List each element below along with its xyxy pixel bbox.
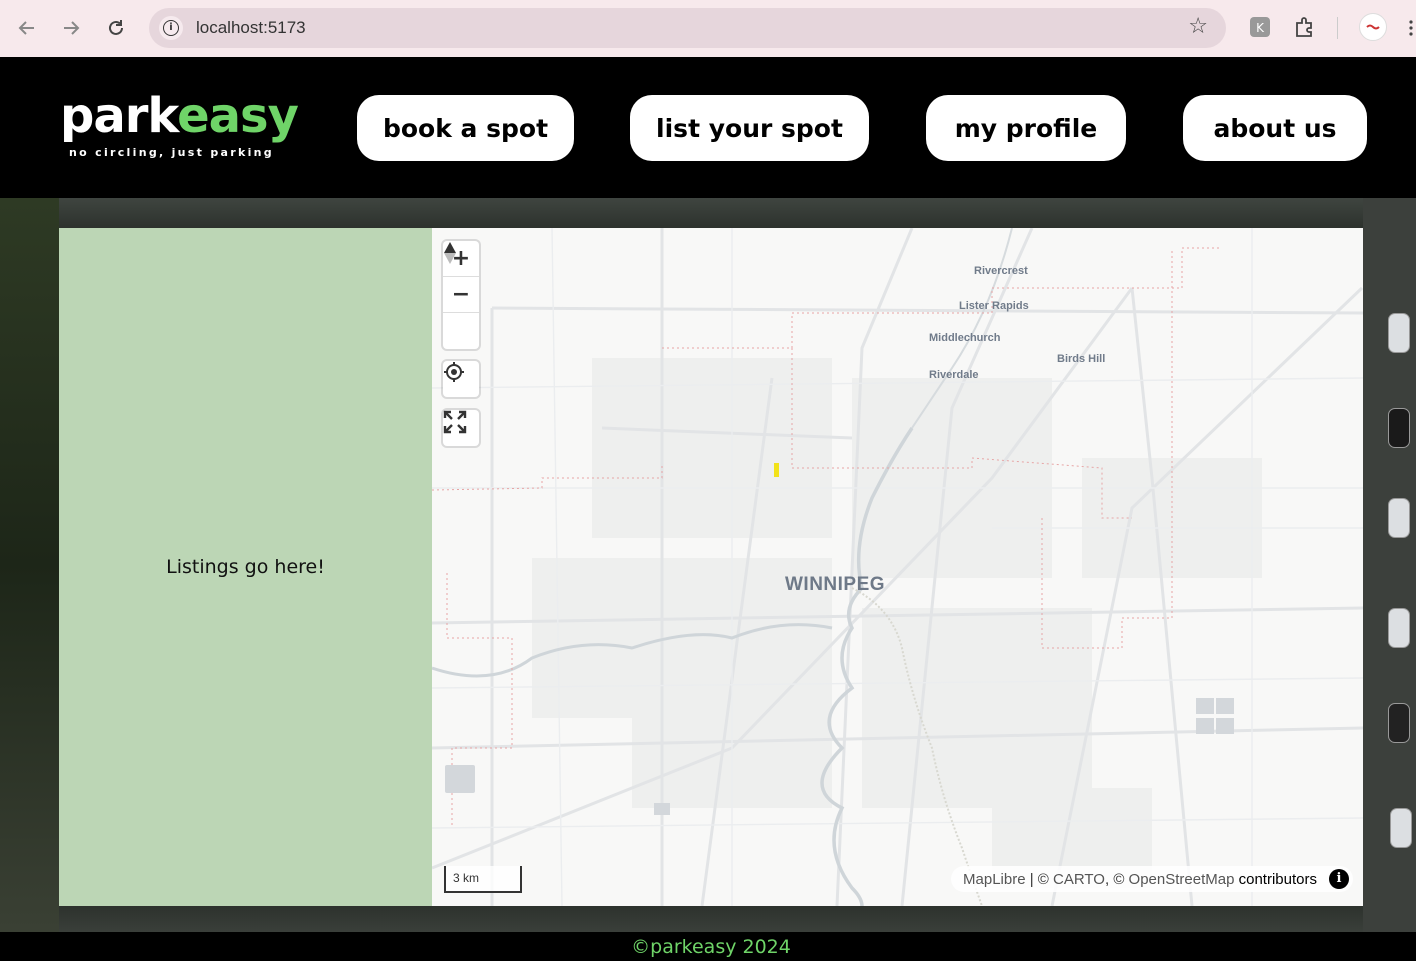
toolbar-divider: [1337, 17, 1338, 39]
nav-my-profile-button[interactable]: my profile: [926, 95, 1126, 161]
car-image: [1388, 498, 1410, 538]
fullscreen-control: [443, 410, 479, 446]
browser-menu-icon[interactable]: [1408, 20, 1414, 42]
map-place-label: Birds Hill: [1057, 353, 1106, 365]
openstreetmap-link[interactable]: OpenStreetMap: [1129, 871, 1235, 888]
zoom-out-button[interactable]: −: [443, 277, 479, 313]
extension-icon[interactable]: K: [1249, 16, 1271, 38]
attribution-info-icon[interactable]: i: [1329, 869, 1349, 889]
compass-button[interactable]: [443, 242, 479, 349]
attribution-separator: | ©: [1025, 870, 1054, 888]
geolocate-control: [443, 361, 479, 397]
attribution-contributors: contributors: [1234, 870, 1317, 888]
geolocate-button[interactable]: [443, 361, 479, 397]
profile-avatar[interactable]: [1359, 13, 1387, 41]
map-place-label: Riverdale: [929, 369, 979, 381]
listings-placeholder-text: Listings go here!: [166, 556, 325, 578]
back-arrow-icon[interactable]: [13, 14, 41, 42]
logo-easy-text: easy: [177, 88, 299, 144]
map-place-label: Middlechurch: [929, 332, 1001, 344]
maplibre-link[interactable]: MapLibre: [963, 871, 1026, 888]
site-info-icon[interactable]: i: [159, 16, 183, 40]
fullscreen-icon: [443, 410, 467, 434]
nav-list-your-spot-button[interactable]: list your spot: [630, 95, 869, 161]
parking-row-top: [59, 198, 1363, 228]
navigation-control: + −: [443, 241, 479, 349]
parkeasy-logo[interactable]: parkeasy no circling, just parking: [60, 87, 299, 167]
parking-spot-marker[interactable]: [774, 463, 779, 477]
site-footer: ©parkeasy 2024: [0, 932, 1416, 961]
map-city-label: WINNIPEG: [785, 574, 886, 595]
address-bar[interactable]: i localhost:5173 ☆: [149, 8, 1226, 48]
fullscreen-button[interactable]: [443, 410, 479, 446]
url-text: localhost:5173: [196, 18, 306, 37]
svg-text:K: K: [1256, 21, 1265, 35]
nav-book-a-spot-button[interactable]: book a spot: [357, 95, 574, 161]
car-image: [1388, 608, 1410, 648]
listings-panel: Listings go here!: [59, 228, 432, 906]
crosshair-icon: [444, 362, 464, 382]
forward-arrow-icon[interactable]: [57, 14, 85, 42]
logo-park-text: park: [60, 88, 178, 144]
extensions-puzzle-icon[interactable]: [1294, 16, 1316, 38]
browser-toolbar: i localhost:5173 ☆ K: [0, 0, 1416, 57]
carto-link[interactable]: CARTO: [1053, 871, 1105, 888]
map-base-layer: [432, 228, 1363, 906]
map-place-label: Lister Rapids: [959, 300, 1029, 312]
logo-tagline: no circling, just parking: [69, 146, 274, 159]
attribution-separator: , ©: [1104, 870, 1129, 888]
parking-row-bottom: [59, 906, 1363, 932]
bookmark-star-icon[interactable]: ☆: [1188, 14, 1208, 39]
map-place-label: Rivercrest: [974, 265, 1028, 277]
reload-icon[interactable]: [102, 14, 130, 42]
map-attribution: MapLibre | © CARTO , © OpenStreetMap con…: [951, 866, 1353, 892]
nav-about-us-button[interactable]: about us: [1183, 95, 1367, 161]
car-image: [1390, 808, 1412, 848]
tree-strip-left: [0, 198, 59, 932]
map-scale-bar: 3 km: [444, 866, 522, 893]
car-image: [1388, 313, 1410, 353]
car-image: [1388, 408, 1410, 448]
site-header: parkeasy no circling, just parking book …: [0, 57, 1416, 198]
map-panel[interactable]: Rivercrest Lister Rapids Middlechurch Bi…: [432, 228, 1363, 906]
car-image: [1388, 703, 1410, 743]
compass-icon: [444, 242, 456, 264]
footer-copyright: ©parkeasy 2024: [631, 936, 791, 958]
